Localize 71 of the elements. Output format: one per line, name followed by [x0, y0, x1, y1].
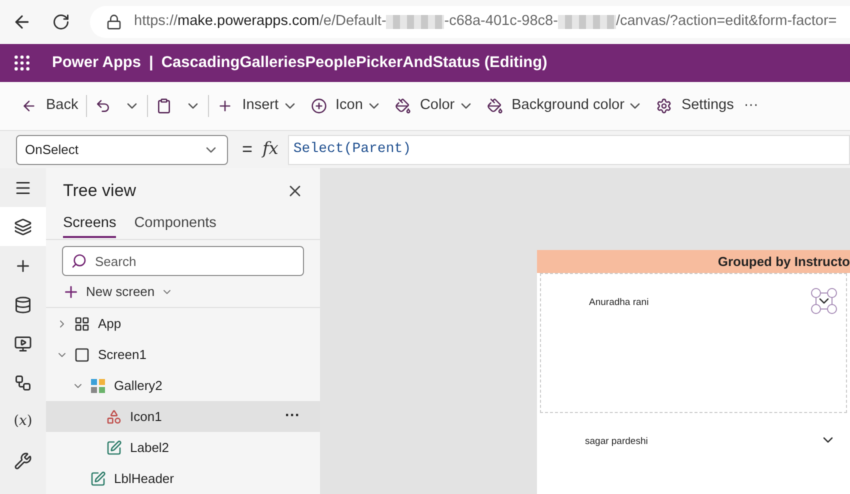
layers-icon: [14, 218, 32, 236]
tree-item[interactable]: Icon1 ···: [46, 401, 320, 432]
tree-item-label: Icon1: [130, 408, 162, 426]
paint-icon: [394, 98, 411, 114]
toolbar-button[interactable]: ···: [738, 91, 764, 121]
undo-icon: [95, 98, 112, 114]
label-icon: [90, 470, 106, 486]
url-text: -c68a-401c-98c8-: [444, 12, 558, 32]
app-name: Power Apps: [52, 53, 141, 74]
tree-item-label: Label2: [130, 438, 170, 457]
search-icon: [71, 253, 87, 269]
database-icon: [14, 296, 32, 314]
tree-item[interactable]: App: [46, 308, 320, 339]
screen-icon: [74, 346, 90, 362]
url-domain: make.powerapps.com: [178, 12, 320, 32]
selection-handles-icon: [810, 287, 838, 315]
toolbar-button[interactable]: Icon: [306, 91, 368, 121]
new-screen-button[interactable]: New screen: [62, 277, 304, 307]
more-options-button[interactable]: ···: [285, 405, 300, 428]
shapes-icon: [106, 408, 122, 424]
settings-icon: [656, 98, 672, 114]
lock-icon: [106, 14, 122, 30]
circle-plus-icon: [310, 98, 327, 114]
paste-icon: [156, 98, 172, 114]
tree-item[interactable]: Label2: [46, 432, 320, 463]
redacted-block: [558, 15, 616, 29]
media-icon: [14, 334, 32, 352]
gallery-header: Grouped by Instructo: [537, 250, 850, 273]
redacted-block: [386, 15, 444, 29]
tree-item-label: LblHeader: [114, 470, 174, 488]
app-launcher-icon[interactable]: [12, 53, 32, 73]
search-field[interactable]: Search: [62, 246, 304, 276]
gallery-icon: [90, 378, 106, 394]
label-icon: [106, 440, 122, 456]
tree-item[interactable]: Screen1: [46, 339, 320, 370]
toolbar-button[interactable]: Insert: [212, 91, 284, 121]
flow-icon: [14, 374, 32, 392]
tree-item[interactable]: Gallery2: [46, 370, 320, 401]
reload-icon[interactable]: [52, 13, 70, 31]
tree-item-label: App: [98, 314, 122, 333]
variables-icon: (𝑥): [14, 411, 32, 432]
panel-tab[interactable]: Components: [134, 213, 216, 238]
panel-title: Tree view: [63, 180, 136, 202]
url-text: https://: [134, 12, 178, 32]
tree-item[interactable]: LblHeader: [46, 463, 320, 494]
panel-tab[interactable]: Screens: [63, 213, 116, 238]
plus-icon: [62, 283, 80, 301]
equals-sign: =: [242, 138, 253, 161]
property-dropdown[interactable]: OnSelect: [16, 134, 228, 164]
person-name: sagar pardeshi: [585, 435, 648, 449]
toolbar-button[interactable]: Background color: [482, 91, 630, 121]
fx-label: fx: [262, 138, 278, 161]
toolbar-button[interactable]: Settings: [651, 91, 739, 121]
person-name: Anuradha rani: [589, 296, 649, 310]
app-title: CascadingGalleriesPeoplePickerAndStatus (Editing): [161, 53, 548, 74]
tree-item-label: Gallery2: [114, 376, 162, 395]
toolbar-button[interactable]: Back: [16, 91, 84, 121]
gallery-row[interactable]: Anuradha rani: [540, 273, 847, 413]
gallery-row[interactable]: sagar pardeshi: [537, 413, 850, 473]
tree-item-label: Screen1: [98, 346, 146, 364]
header-separator: |: [149, 53, 154, 74]
address-field[interactable]: https://make.powerapps.com/e/Default- -c68a-401c-98c8- /canvas/?action=edit&form-factor=: [90, 6, 850, 38]
tools-icon: [14, 452, 32, 470]
url-text: /canvas/?action=edit&form-factor=: [616, 12, 837, 32]
fill-icon: [486, 98, 503, 114]
formula-field[interactable]: Select(Parent): [288, 134, 850, 164]
rail-button[interactable]: (𝑥): [0, 402, 46, 441]
app-icon: [74, 316, 90, 332]
url-text: /e/Default-: [319, 12, 386, 32]
rail-button[interactable]: [0, 207, 46, 246]
toolbar-button[interactable]: Color: [390, 91, 460, 121]
